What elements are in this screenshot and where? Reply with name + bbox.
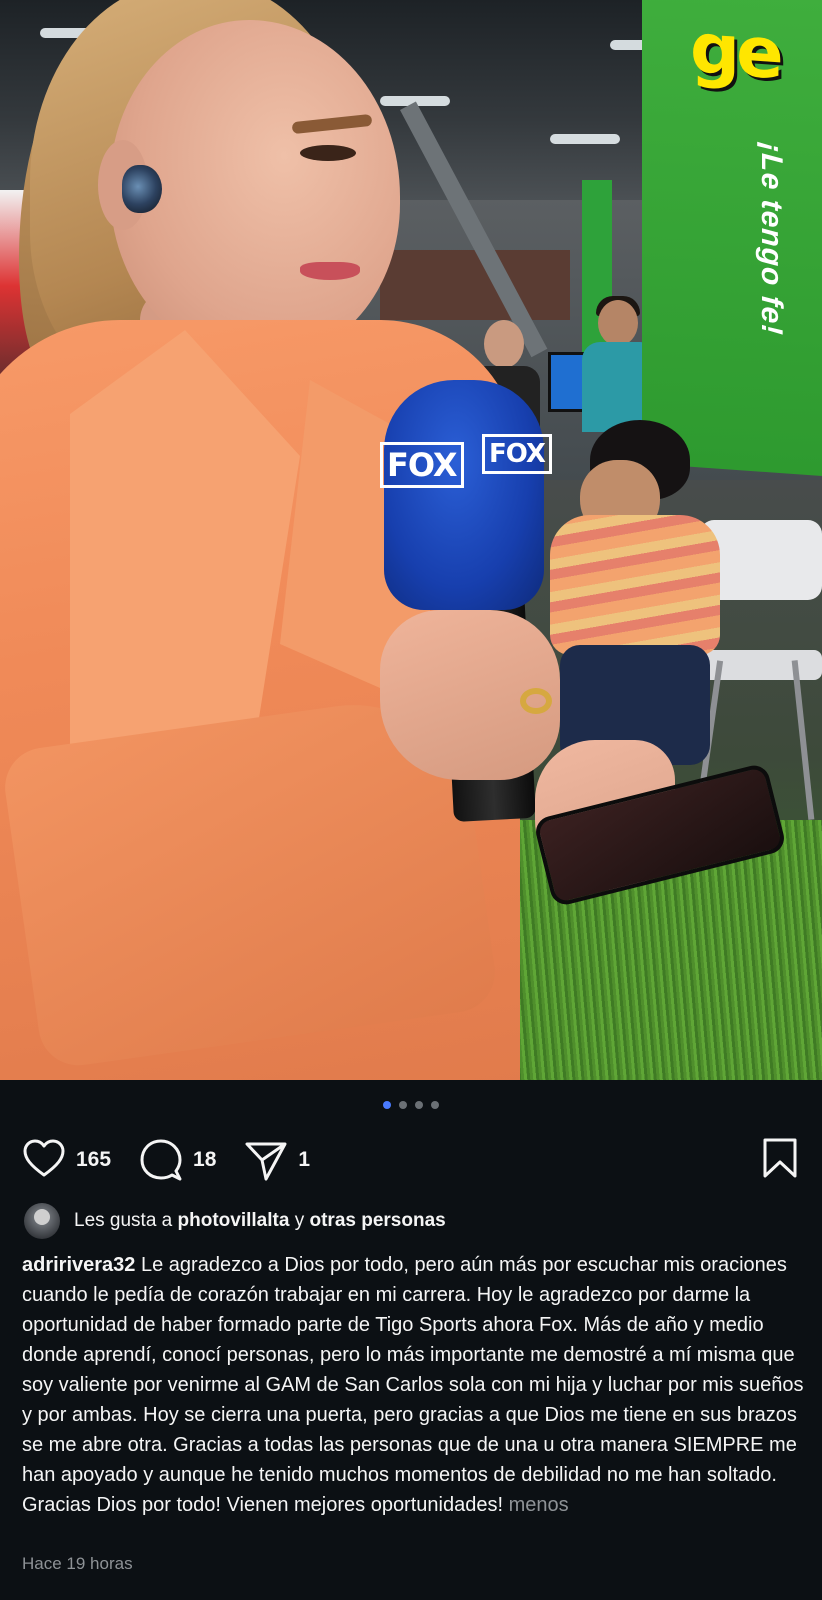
share-button[interactable]: 1 <box>244 1138 310 1182</box>
carousel-dot <box>431 1101 439 1109</box>
carousel-indicator <box>0 1101 822 1109</box>
post-timestamp: Hace 19 horas <box>22 1554 133 1573</box>
liked-by-row[interactable]: Les gusta a photovillalta y otras person… <box>24 1203 446 1239</box>
mic-logo: FOX <box>380 442 464 488</box>
save-button[interactable] <box>760 1137 800 1184</box>
caption-text: Le agradezco a Dios por todo, pero aún m… <box>22 1254 804 1516</box>
post-image[interactable]: ge ¡Le tengo fe! FOX FOX <box>0 0 822 1080</box>
share-count: 1 <box>298 1148 311 1171</box>
like-count: 165 <box>76 1148 112 1171</box>
carousel-dot <box>383 1101 391 1109</box>
send-icon <box>245 1142 287 1181</box>
presenter: FOX FOX <box>0 0 822 1080</box>
caption-username[interactable]: adririvera32 <box>22 1254 135 1276</box>
action-bar: 165 18 1 <box>22 1138 800 1182</box>
comment-bubble-icon <box>140 1139 182 1181</box>
carousel-dot <box>399 1101 407 1109</box>
carousel-dot <box>415 1101 423 1109</box>
liked-by-user[interactable]: photovillalta <box>178 1210 290 1231</box>
liked-by-others[interactable]: otras personas <box>310 1210 446 1231</box>
caption-less-link[interactable]: menos <box>509 1494 569 1516</box>
liked-by-prefix: Les gusta a <box>74 1210 173 1231</box>
avatar[interactable] <box>24 1203 60 1239</box>
heart-icon <box>23 1139 65 1177</box>
in-ear-monitor <box>122 165 162 213</box>
liked-by-connector: y <box>294 1210 305 1231</box>
bookmark-icon <box>763 1138 797 1177</box>
liked-by-text: Les gusta a photovillalta y otras person… <box>74 1210 446 1232</box>
like-button[interactable]: 165 <box>22 1138 111 1182</box>
mic-logo: FOX <box>482 434 552 474</box>
comment-button[interactable]: 18 <box>139 1138 216 1182</box>
comment-count: 18 <box>193 1148 217 1171</box>
microphone: FOX FOX <box>380 380 552 610</box>
ring <box>520 688 552 714</box>
post-caption: adririvera32 Le agradezco a Dios por tod… <box>22 1250 812 1520</box>
